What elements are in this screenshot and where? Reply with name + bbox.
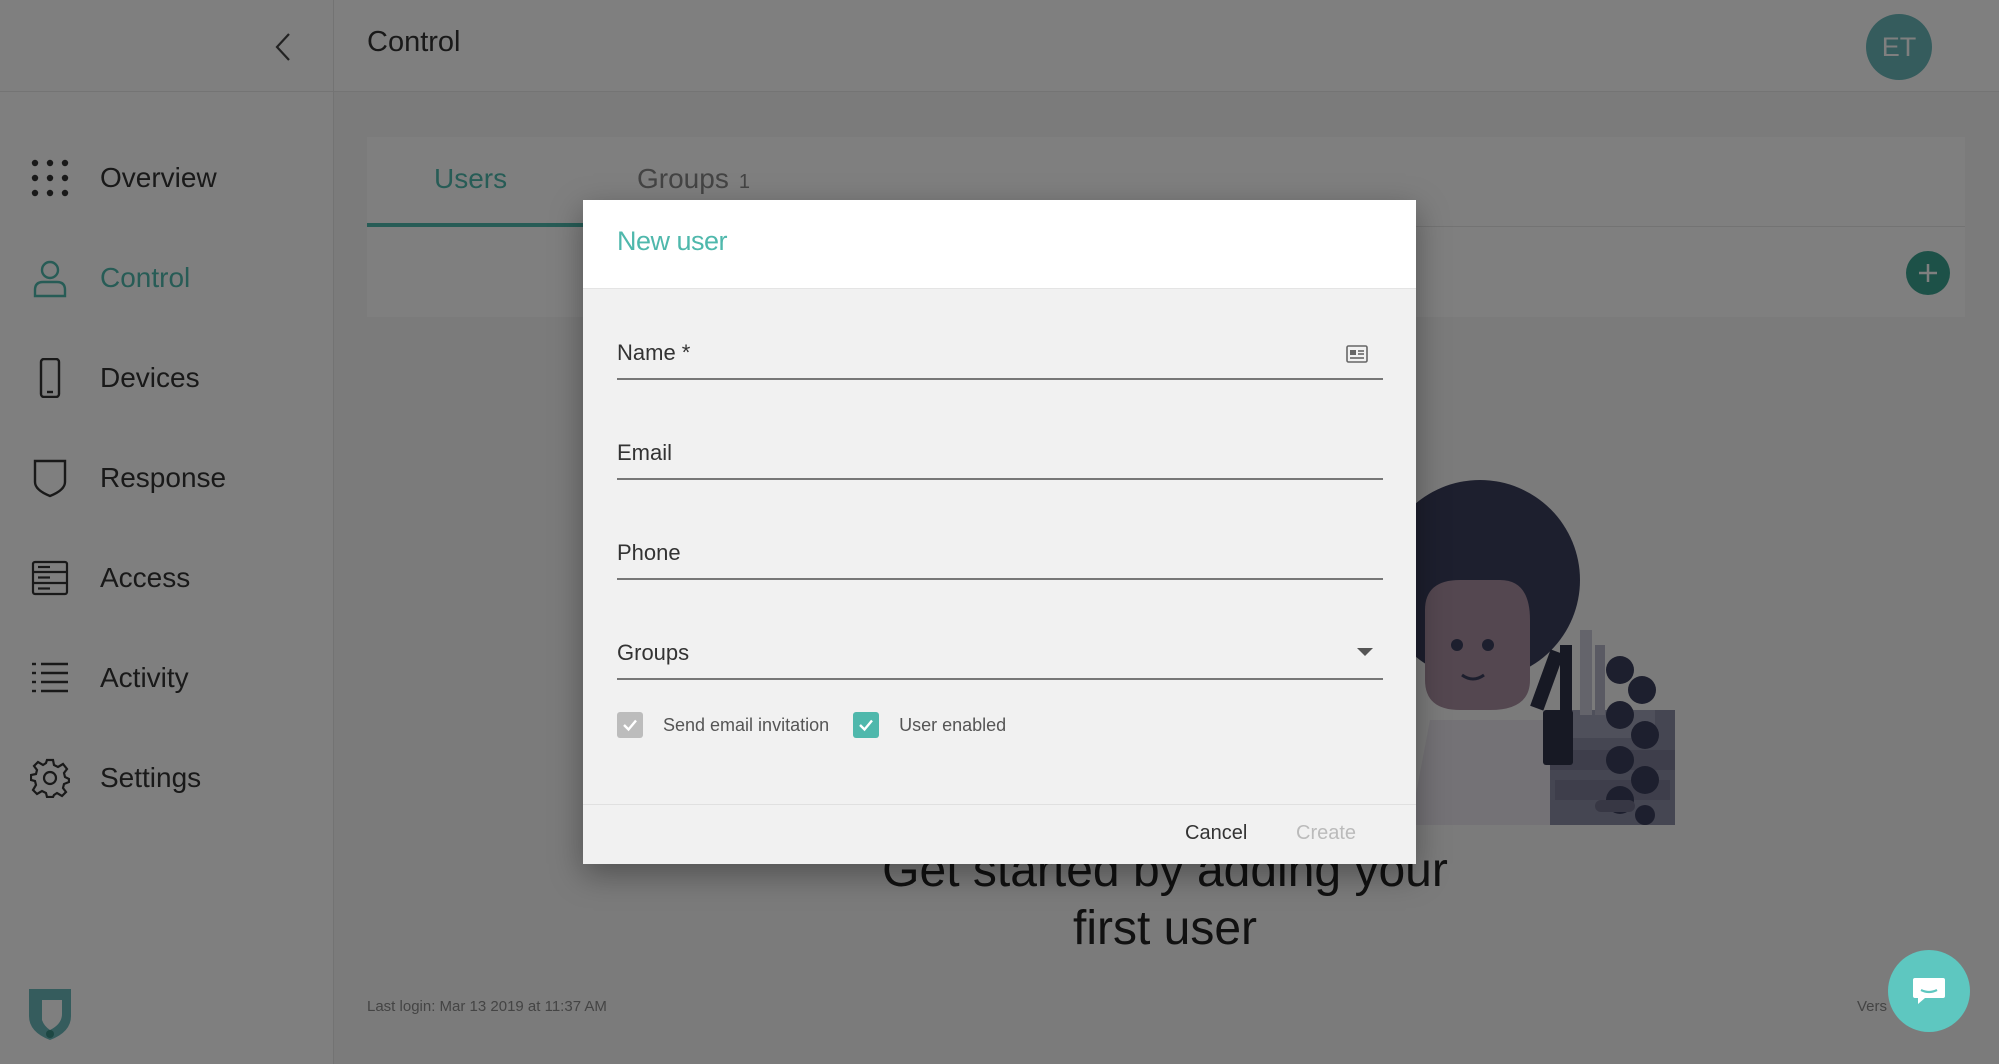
options-row: Send email invitation User enabled xyxy=(617,710,1030,740)
cancel-button[interactable]: Cancel xyxy=(1185,822,1247,845)
groups-select[interactable]: Groups xyxy=(617,628,1383,680)
name-field-label: Name * xyxy=(617,340,691,365)
send-invitation-checkbox[interactable] xyxy=(617,712,643,738)
chat-support-button[interactable] xyxy=(1888,950,1970,1032)
user-enabled-label: User enabled xyxy=(899,714,1007,735)
create-button[interactable]: Create xyxy=(1296,822,1356,845)
name-field[interactable]: Name * xyxy=(617,328,1383,380)
groups-select-label: Groups xyxy=(617,640,690,665)
checkmark-icon xyxy=(859,719,874,732)
email-field[interactable]: Email xyxy=(617,428,1383,480)
dialog-title: New user xyxy=(617,226,728,256)
send-invitation-label: Send email invitation xyxy=(663,714,830,735)
caret-down-icon xyxy=(1357,648,1373,656)
contact-card-icon[interactable] xyxy=(1345,342,1369,366)
new-user-dialog: New user Name * Email Phone Groups Send … xyxy=(583,200,1416,864)
phone-field-label: Phone xyxy=(617,540,681,565)
dialog-header: New user xyxy=(583,200,1416,289)
chat-bubble-icon xyxy=(1913,978,1945,1004)
email-field-label: Email xyxy=(617,440,673,465)
user-enabled-checkbox[interactable] xyxy=(853,712,880,738)
checkmark-icon xyxy=(623,719,637,732)
phone-field[interactable]: Phone xyxy=(617,528,1383,580)
dialog-footer: Cancel Create xyxy=(583,804,1416,864)
